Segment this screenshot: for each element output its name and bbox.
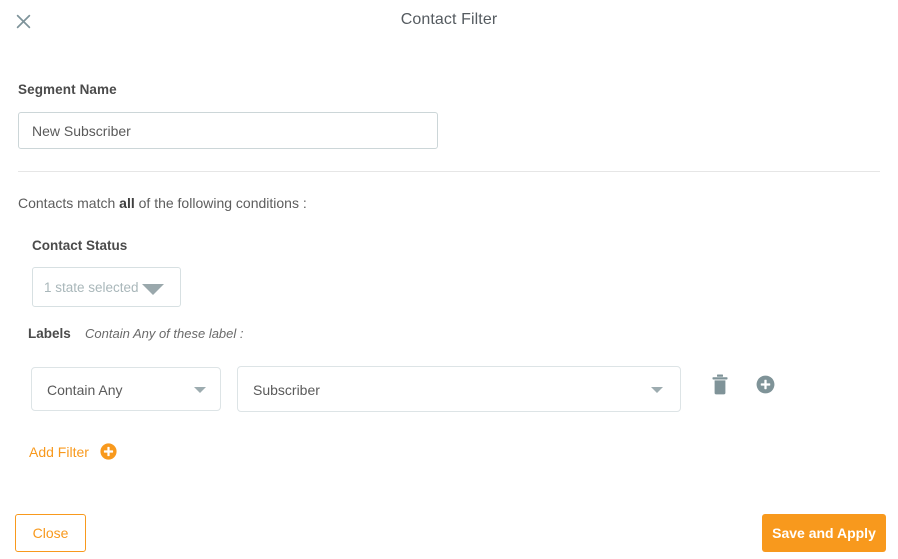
segment-name-input[interactable] <box>18 112 438 149</box>
conditions-sentence: Contacts match all of the following cond… <box>18 195 307 211</box>
conditions-emphasis: all <box>119 195 135 211</box>
section-divider <box>18 171 880 172</box>
close-button[interactable]: Close <box>15 514 86 552</box>
save-and-apply-button[interactable]: Save and Apply <box>762 514 886 552</box>
chevron-down-icon <box>194 387 206 393</box>
contact-status-label: Contact Status <box>32 238 128 253</box>
contact-status-value: 1 state selected <box>44 280 139 295</box>
circle-plus-icon[interactable] <box>756 375 775 394</box>
add-filter-button[interactable]: Add Filter <box>29 443 117 460</box>
labels-hint: Contain Any of these label : <box>85 326 244 341</box>
page-title: Contact Filter <box>400 11 498 28</box>
segment-name-label: Segment Name <box>18 82 117 97</box>
label-value-value: Subscriber <box>253 382 320 398</box>
circle-plus-icon <box>100 443 117 460</box>
label-operator-select[interactable]: Contain Any <box>31 367 221 411</box>
contact-status-select[interactable]: 1 state selected <box>32 267 181 307</box>
trash-icon[interactable] <box>711 374 729 396</box>
modal-header: Contact Filter <box>0 0 898 42</box>
triangle-down-icon <box>142 284 164 295</box>
label-operator-value: Contain Any <box>47 382 123 398</box>
add-filter-label: Add Filter <box>29 443 89 460</box>
conditions-suffix: of the following conditions : <box>134 195 307 211</box>
chevron-down-icon <box>651 387 663 393</box>
label-value-select[interactable]: Subscriber <box>237 366 681 412</box>
conditions-prefix: Contacts match <box>18 195 120 211</box>
labels-label: Labels <box>28 326 71 341</box>
